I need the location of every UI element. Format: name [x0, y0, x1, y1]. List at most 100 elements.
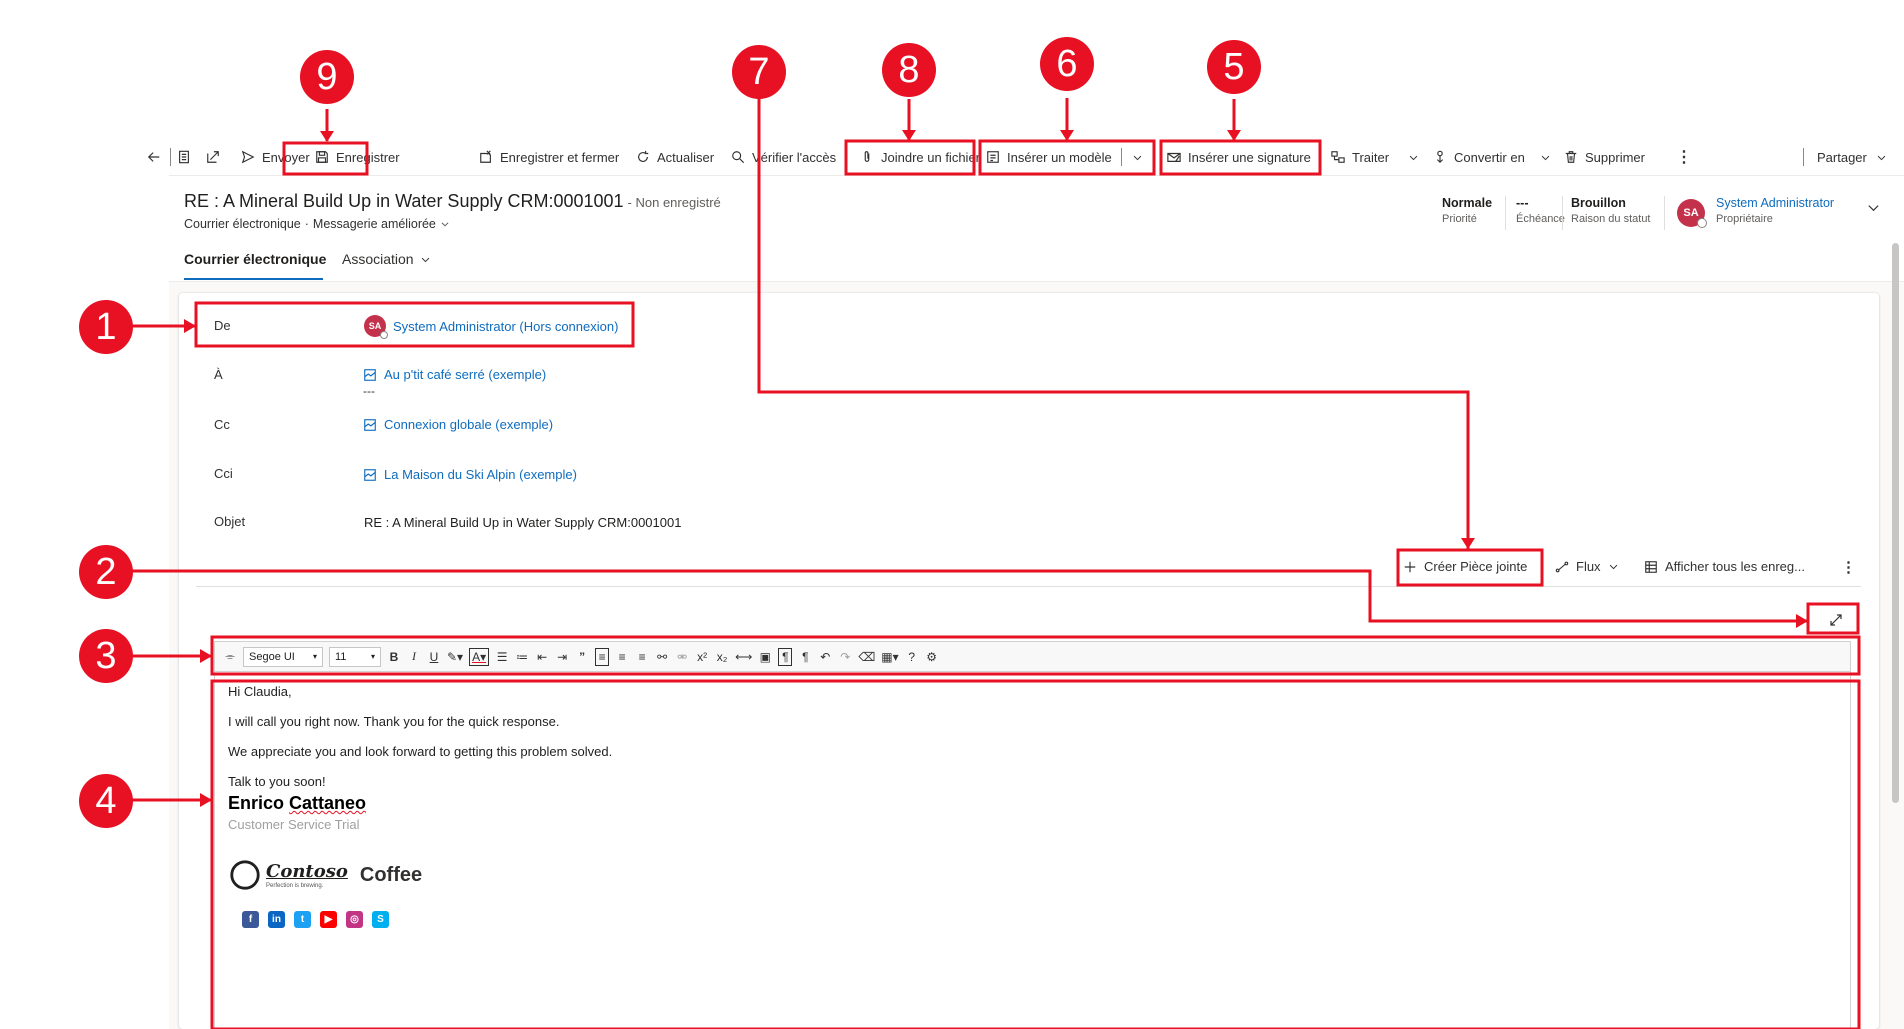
- process-button[interactable]: Traiter: [1331, 148, 1419, 166]
- back-button[interactable]: [147, 148, 161, 166]
- cc-value[interactable]: Connexion globale (exemple): [384, 417, 553, 432]
- check-access-button[interactable]: Vérifier l'accès: [731, 148, 836, 166]
- popout-button[interactable]: [206, 148, 220, 166]
- format-painter-icon[interactable]: ⌯: [223, 648, 237, 666]
- save-icon: [316, 151, 328, 163]
- skype-icon[interactable]: S: [372, 911, 389, 928]
- tab-email[interactable]: Courrier électronique: [184, 251, 326, 267]
- quote-icon[interactable]: ”: [575, 648, 589, 666]
- process-icon: [1331, 151, 1345, 163]
- font-size-select[interactable]: 11 ▾: [329, 646, 381, 667]
- from-value[interactable]: System Administrator (Hors connexion): [393, 319, 618, 334]
- numbered-list-icon[interactable]: ≔: [515, 648, 529, 666]
- create-attachment-button[interactable]: Créer Pièce jointe: [1403, 559, 1527, 574]
- unlink-icon[interactable]: ⚮: [675, 648, 689, 666]
- account-icon: [364, 418, 376, 431]
- italic-icon[interactable]: I: [407, 648, 421, 666]
- highlight-icon[interactable]: ✎▾: [447, 648, 463, 666]
- underline-icon[interactable]: U: [427, 648, 441, 666]
- expand-editor-icon[interactable]: [1828, 612, 1844, 628]
- twitter-icon[interactable]: t: [294, 911, 311, 928]
- header-expand-chevron-icon[interactable]: [1866, 200, 1881, 215]
- subgrid-more-button[interactable]: ⋮: [1841, 558, 1856, 576]
- decrease-indent-icon[interactable]: ⇤: [535, 648, 549, 666]
- more-commands-button[interactable]: ⋮: [1676, 148, 1692, 166]
- save-close-button[interactable]: Enregistrer et fermer: [479, 148, 619, 166]
- status-field[interactable]: Brouillon Raison du statut: [1571, 196, 1651, 225]
- contoso-ring-icon: [230, 860, 262, 890]
- table-icon[interactable]: ▦▾: [881, 648, 898, 666]
- chevron-down-icon: [1609, 564, 1617, 570]
- bcc-field[interactable]: La Maison du Ski Alpin (exemple): [363, 467, 577, 482]
- chevron-down-icon[interactable]: [440, 219, 450, 229]
- linkedin-icon[interactable]: in: [268, 911, 285, 928]
- due-label: Échéance: [1516, 213, 1565, 225]
- show-all-records-button[interactable]: Afficher tous les enreg...: [1644, 559, 1805, 574]
- settings-icon[interactable]: ⚙: [925, 648, 939, 666]
- bold-icon[interactable]: B: [387, 648, 401, 666]
- refresh-button[interactable]: Actualiser: [636, 148, 714, 166]
- undo-icon[interactable]: ↶: [818, 648, 832, 666]
- clear-format-icon[interactable]: ⌫: [858, 648, 875, 666]
- from-field[interactable]: SA System Administrator (Hors connexion): [364, 315, 618, 339]
- delete-button[interactable]: Supprimer: [1564, 148, 1645, 166]
- flow-label: Flux: [1576, 559, 1601, 574]
- convert-button[interactable]: Convertir en: [1433, 148, 1551, 166]
- badge-5: 5: [1223, 46, 1245, 88]
- chevron-down-icon: [1541, 155, 1550, 160]
- priority-label: Priorité: [1442, 213, 1477, 225]
- superscript-icon[interactable]: x²: [695, 648, 709, 666]
- due-field[interactable]: --- Échéance: [1516, 196, 1565, 225]
- increase-indent-icon[interactable]: ⇥: [555, 648, 569, 666]
- insert-signature-button[interactable]: Insérer une signature: [1167, 148, 1311, 166]
- record-title: RE : A Mineral Build Up in Water Supply …: [184, 191, 721, 212]
- owner-name[interactable]: System Administrator: [1716, 196, 1834, 210]
- to-field[interactable]: Au p'tit café serré (exemple): [363, 367, 546, 382]
- instagram-icon[interactable]: ◎: [346, 911, 363, 928]
- subscript-icon[interactable]: x₂: [715, 648, 729, 666]
- font-family-select[interactable]: Segoe UI ▾: [243, 646, 323, 667]
- form-scrollbar[interactable]: [1892, 243, 1899, 803]
- save-label: Enregistrer: [336, 149, 400, 165]
- save-button[interactable]: Enregistrer: [315, 148, 400, 166]
- badge-4: 4: [95, 780, 117, 822]
- insert-template-button[interactable]: Insérer un modèle: [986, 148, 1112, 166]
- due-value: ---: [1516, 196, 1529, 210]
- check-access-label: Vérifier l'accès: [752, 149, 837, 165]
- flow-button[interactable]: Flux: [1555, 559, 1619, 574]
- link-icon[interactable]: ⚯: [655, 648, 669, 666]
- facebook-icon[interactable]: f: [242, 911, 259, 928]
- font-color-icon[interactable]: A▾: [469, 647, 490, 666]
- subject-input[interactable]: RE : A Mineral Build Up in Water Supply …: [364, 515, 681, 530]
- badge-3: 3: [95, 635, 117, 677]
- help-icon[interactable]: ?: [905, 648, 919, 666]
- flow-icon: [1555, 561, 1569, 572]
- priority-field[interactable]: Normale Priorité: [1442, 196, 1492, 225]
- ltr-icon[interactable]: ¶: [778, 647, 793, 666]
- image-icon[interactable]: ▣: [758, 648, 772, 666]
- presence-status-icon: [380, 331, 388, 339]
- tab-association[interactable]: Association: [342, 251, 431, 267]
- to-value[interactable]: Au p'tit café serré (exemple): [384, 367, 546, 382]
- redo-icon[interactable]: ↷: [838, 648, 852, 666]
- align-left-icon[interactable]: ≡: [595, 647, 610, 666]
- bcc-value[interactable]: La Maison du Ski Alpin (exemple): [384, 467, 577, 482]
- form-view-button[interactable]: [177, 148, 191, 166]
- youtube-icon[interactable]: ▶: [320, 911, 337, 928]
- bcc-label: Cci: [214, 466, 233, 481]
- cc-field[interactable]: Connexion globale (exemple): [363, 417, 553, 432]
- insert-template-dropdown[interactable]: [1132, 148, 1143, 166]
- attach-file-button[interactable]: Joindre un fichier: [860, 148, 980, 166]
- share-button[interactable]: Partager: [1817, 148, 1887, 166]
- bullet-list-icon[interactable]: ☰: [495, 648, 509, 666]
- owner-label: Propriétaire: [1716, 213, 1773, 225]
- align-center-icon[interactable]: ≡: [615, 648, 629, 666]
- align-right-icon[interactable]: ≡: [635, 648, 649, 666]
- email-body-editor[interactable]: Hi Claudia, I will call you right now. T…: [214, 672, 1851, 1029]
- strikethrough-icon[interactable]: ⟷: [735, 648, 752, 666]
- send-button[interactable]: Envoyer: [241, 148, 310, 166]
- owner-avatar[interactable]: SA: [1677, 199, 1707, 228]
- form-selector[interactable]: Messagerie améliorée: [313, 217, 436, 231]
- rtl-icon[interactable]: ¶: [798, 648, 812, 666]
- active-tab-indicator: [184, 278, 323, 280]
